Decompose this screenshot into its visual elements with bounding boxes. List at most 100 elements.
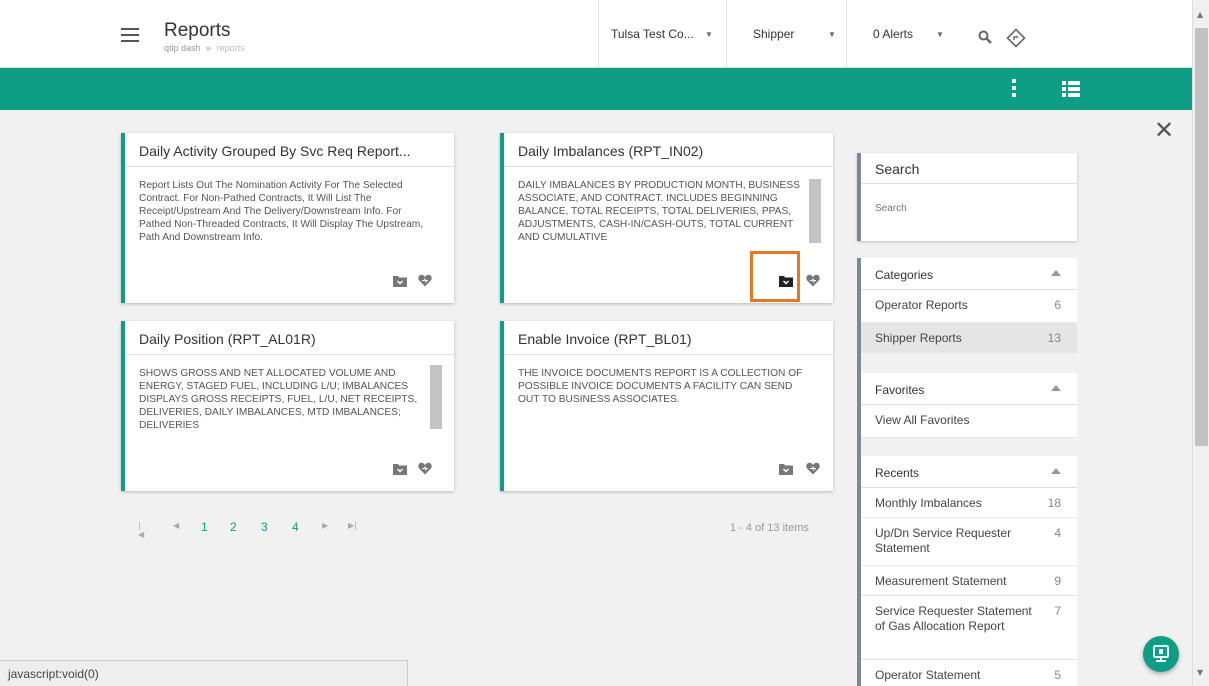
recent-item-label: Operator Statement: [875, 668, 981, 682]
breadcrumb-separator: »: [206, 43, 212, 53]
recent-item-count: 9: [1054, 574, 1061, 588]
folder-download-icon[interactable]: [393, 274, 407, 288]
recent-item-label: Service Requester Statement of Gas Alloc…: [875, 604, 1032, 633]
recent-item[interactable]: Monthly Imbalances 18: [861, 488, 1077, 518]
chevron-down-icon: ▼: [828, 29, 836, 39]
category-item-count: 6: [1054, 298, 1061, 312]
breadcrumb: qtip dash » reports: [164, 43, 245, 53]
report-card-description: SHOWS GROSS AND NET ALLOCATED VOLUME AND…: [139, 368, 418, 431]
recent-item-count: 18: [1047, 496, 1061, 510]
alerts-select[interactable]: 0 Alerts ▼: [846, 0, 960, 68]
folder-download-icon[interactable]: [393, 462, 407, 476]
search-panel-title: Search: [875, 161, 920, 177]
recents-header[interactable]: Recents: [861, 456, 1077, 488]
report-card-title: Daily Activity Grouped By Svc Req Report…: [139, 143, 411, 159]
recent-item-label: Up/Dn Service Requester Statement: [875, 526, 1012, 555]
screen-share-button[interactable]: [1143, 636, 1179, 672]
description-scrollbar[interactable]: [809, 179, 821, 243]
divider: [125, 354, 454, 355]
page-scrollbar[interactable]: ▲ ▼: [1192, 0, 1209, 686]
recent-item[interactable]: Up/Dn Service Requester Statement 4: [861, 518, 1077, 566]
scrollbar-thumb[interactable]: [1195, 28, 1208, 446]
close-icon[interactable]: ✕: [1154, 118, 1174, 142]
list-view-icon[interactable]: [1062, 81, 1080, 97]
recent-item-label: Measurement Statement: [875, 574, 1007, 588]
top-header: Reports qtip dash » reports Tulsa Test C…: [0, 0, 1192, 68]
folder-download-icon[interactable]: [779, 462, 793, 476]
role-select-value: Shipper: [753, 27, 795, 41]
category-item-count: 13: [1047, 331, 1061, 345]
report-card-title: Daily Imbalances (RPT_IN02): [518, 143, 704, 159]
heart-icon[interactable]: [418, 462, 432, 476]
favorites-header[interactable]: Favorites: [861, 373, 1077, 405]
categories-title: Categories: [875, 268, 934, 282]
heart-icon[interactable]: [806, 274, 820, 288]
breadcrumb-item-current: reports: [216, 43, 245, 53]
report-card-title: Daily Position (RPT_AL01R): [139, 331, 316, 347]
alerts-select-value: 0 Alerts: [873, 27, 914, 41]
report-card-description: Report Lists Out The Nomination Activity…: [139, 180, 424, 243]
category-item-shipper-reports[interactable]: Shipper Reports 13: [861, 323, 1077, 353]
page-1-button[interactable]: 1: [201, 520, 208, 534]
report-card-title: Enable Invoice (RPT_BL01): [518, 331, 692, 347]
divider: [504, 166, 833, 167]
recents-title: Recents: [875, 466, 920, 480]
route-sign-icon[interactable]: [1006, 28, 1026, 48]
report-card[interactable]: Daily Activity Grouped By Svc Req Report…: [121, 133, 454, 303]
company-select[interactable]: Tulsa Test Co... ▼: [598, 0, 726, 68]
page-2-button[interactable]: 2: [230, 520, 237, 534]
page-4-button[interactable]: 4: [292, 520, 299, 534]
company-select-value: Tulsa Test Co...: [611, 27, 694, 41]
category-item-label: Shipper Reports: [875, 331, 962, 345]
filter-sidebar: Categories Operator Reports 6 Shipper Re…: [857, 258, 1077, 686]
report-card[interactable]: Daily Position (RPT_AL01R) SHOWS GROSS A…: [121, 321, 454, 491]
favorites-item-view-all[interactable]: View All Favorites: [861, 405, 1077, 438]
status-bar: javascript:void(0): [0, 660, 408, 686]
more-options-icon[interactable]: [1011, 79, 1017, 99]
page-title: Reports: [164, 20, 231, 41]
hamburger-menu-icon[interactable]: [121, 28, 139, 42]
chevron-down-icon: ▼: [936, 29, 944, 39]
prev-page-icon[interactable]: ◀: [173, 521, 179, 530]
last-page-icon[interactable]: ▶|: [348, 521, 357, 530]
recent-item[interactable]: Service Requester Statement of Gas Alloc…: [861, 596, 1077, 660]
breadcrumb-item-home[interactable]: qtip dash: [164, 43, 201, 53]
pager-summary: 1 - 4 of 13 items: [730, 522, 809, 534]
divider: [861, 183, 1077, 184]
divider: [504, 354, 833, 355]
heart-icon[interactable]: [806, 462, 820, 476]
search-input[interactable]: [875, 203, 1055, 214]
recent-item[interactable]: Operator Statement 5: [861, 660, 1077, 686]
monitor-icon: [1153, 645, 1169, 662]
category-item-label: Operator Reports: [875, 298, 968, 312]
report-card-description: THE INVOICE DOCUMENTS REPORT IS A COLLEC…: [518, 368, 803, 405]
search-icon[interactable]: [978, 30, 992, 44]
page-3-button[interactable]: 3: [261, 520, 268, 534]
description-scrollbar[interactable]: [430, 365, 442, 429]
favorites-title: Favorites: [875, 383, 925, 397]
recent-item-count: 4: [1054, 526, 1061, 540]
toolbar: [0, 68, 1192, 110]
search-panel: Search: [857, 153, 1077, 241]
heart-icon[interactable]: [418, 274, 432, 288]
categories-header[interactable]: Categories: [861, 258, 1077, 290]
chevron-down-icon: ▼: [705, 29, 713, 39]
report-card[interactable]: Enable Invoice (RPT_BL01) THE INVOICE DO…: [500, 321, 833, 491]
highlight-box: [750, 251, 800, 302]
report-card-description: DAILY IMBALANCES BY PRODUCTION MONTH, BU…: [518, 180, 800, 243]
chevron-up-icon[interactable]: [1051, 385, 1061, 391]
chevron-up-icon[interactable]: [1051, 468, 1061, 474]
first-page-icon[interactable]: |◀: [138, 521, 144, 539]
recent-item-count: 5: [1054, 668, 1061, 682]
scroll-up-icon[interactable]: ▲: [1197, 10, 1203, 19]
category-item-operator-reports[interactable]: Operator Reports 6: [861, 290, 1077, 323]
divider: [125, 166, 454, 167]
role-select[interactable]: Shipper ▼: [726, 0, 846, 68]
next-page-icon[interactable]: ▶: [322, 521, 328, 530]
favorites-item-label: View All Favorites: [875, 413, 970, 427]
recent-item-count: 7: [1054, 604, 1061, 618]
recent-item-label: Monthly Imbalances: [875, 496, 982, 510]
scroll-down-icon[interactable]: ▼: [1197, 668, 1203, 677]
recent-item[interactable]: Measurement Statement 9: [861, 566, 1077, 596]
chevron-up-icon[interactable]: [1051, 270, 1061, 276]
